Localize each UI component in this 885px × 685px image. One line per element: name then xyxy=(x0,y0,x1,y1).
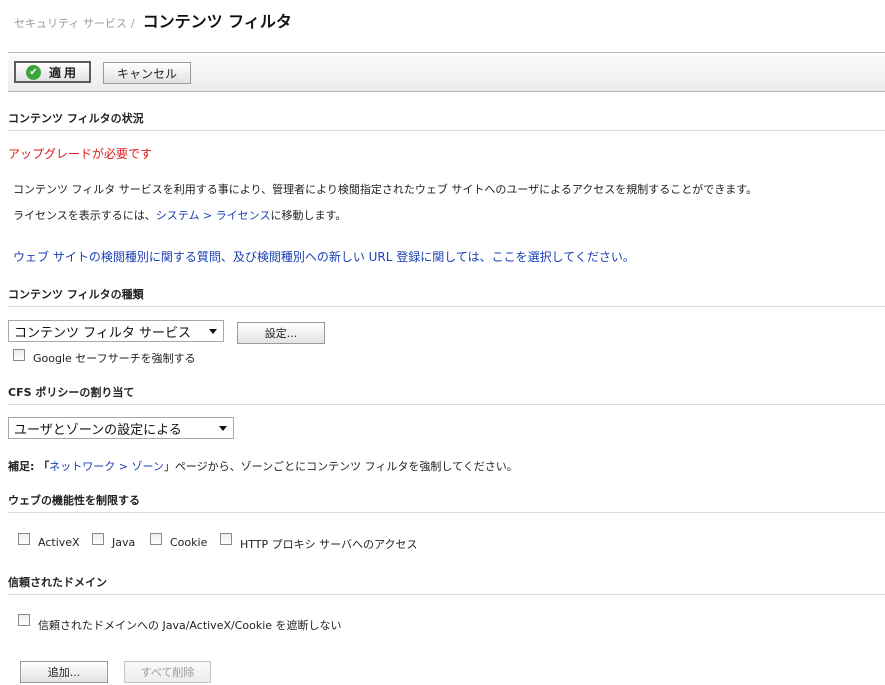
dropdown-arrow-icon xyxy=(209,329,217,334)
toolbar: ✔ 適用 キャンセル xyxy=(8,52,885,92)
add-button[interactable]: 追加... xyxy=(20,661,108,683)
trusted-domain-label: 信頼されたドメインへの Java/ActiveX/Cookie を遮断しない xyxy=(38,619,342,632)
http-proxy-label: HTTP プロキシ サーバへのアクセス xyxy=(240,538,418,551)
filter-type-select[interactable]: コンテンツ フィルタ サービス xyxy=(8,320,224,342)
trusted-domain-checkbox[interactable] xyxy=(18,614,30,626)
category-help-link[interactable]: ウェブ サイトの検閲種別に関する質問、及び検閲種別への新しい URL 登録に関し… xyxy=(13,248,635,265)
status-description: コンテンツ フィルタ サービスを利用する事により、管理者により検閲指定されたウェ… xyxy=(13,183,758,196)
policy-note: 補足: 「ネットワーク > ゾーン」ページから、ゾーンごとにコンテンツ フィルタ… xyxy=(8,458,518,474)
delete-all-button: すべて削除 xyxy=(124,661,211,683)
activex-checkbox[interactable] xyxy=(18,533,30,545)
http-proxy-checkbox[interactable] xyxy=(220,533,232,545)
checkmark-icon: ✔ xyxy=(25,64,41,80)
settings-button[interactable]: 設定... xyxy=(237,322,325,344)
filter-type-select-value: コンテンツ フィルタ サービス xyxy=(14,325,192,341)
breadcrumb: セキュリティ サービス / コンテンツ フィルタ xyxy=(14,8,292,31)
safesearch-label: Google セーフサーチを強制する xyxy=(33,352,196,365)
cookie-checkbox[interactable] xyxy=(150,533,162,545)
breadcrumb-separator: / xyxy=(130,17,135,30)
section-title-policy: CFS ポリシーの割り当て xyxy=(8,384,885,405)
cancel-button[interactable]: キャンセル xyxy=(103,62,191,84)
apply-button-label: 適用 xyxy=(48,65,79,80)
section-title-trusted: 信頼されたドメイン xyxy=(8,574,885,595)
safesearch-checkbox[interactable] xyxy=(13,349,25,361)
page-title: コンテンツ フィルタ xyxy=(142,12,292,31)
dropdown-arrow-icon xyxy=(219,426,227,431)
java-label: Java xyxy=(112,536,136,549)
policy-note-suffix: 」ページから、ゾーンごとにコンテンツ フィルタを強制してください。 xyxy=(163,460,518,473)
policy-note-prefix: 補足: 「 xyxy=(8,460,50,473)
license-line: ライセンスを表示するには、システム > ライセンスに移動します。 xyxy=(13,207,346,223)
breadcrumb-parent[interactable]: セキュリティ サービス xyxy=(14,15,127,31)
activex-label: ActiveX xyxy=(38,536,80,549)
section-title-filter-type: コンテンツ フィルタの種類 xyxy=(8,286,885,307)
section-title-status: コンテンツ フィルタの状況 xyxy=(8,110,885,131)
license-prefix: ライセンスを表示するには、 xyxy=(13,209,156,222)
license-suffix: に移動します。 xyxy=(270,209,347,222)
cookie-label: Cookie xyxy=(170,536,208,549)
section-title-restrict: ウェブの機能性を制限する xyxy=(8,492,885,513)
policy-select-value: ユーザとゾーンの設定による xyxy=(14,422,182,438)
java-checkbox[interactable] xyxy=(92,533,104,545)
policy-select[interactable]: ユーザとゾーンの設定による xyxy=(8,417,234,439)
upgrade-notice: アップグレードが必要です xyxy=(8,147,153,161)
license-link[interactable]: システム > ライセンス xyxy=(156,209,271,222)
zone-link[interactable]: ネットワーク > ゾーン xyxy=(49,460,164,473)
apply-button[interactable]: ✔ 適用 xyxy=(14,61,91,83)
